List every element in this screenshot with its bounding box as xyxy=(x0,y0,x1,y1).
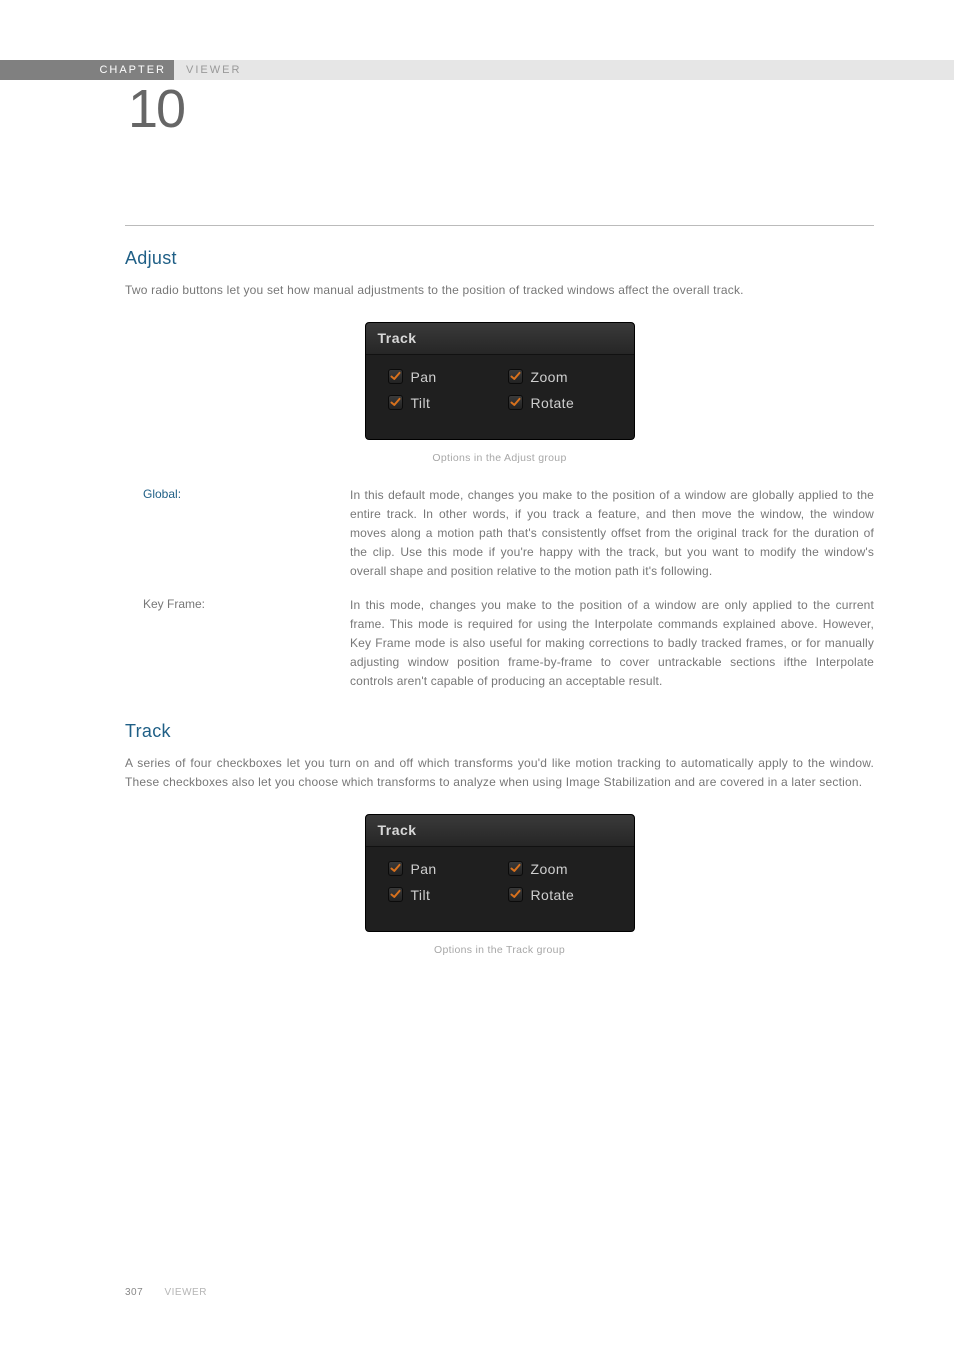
panel-1-caption: Options in the Adjust group xyxy=(125,452,874,464)
page-number: 307 xyxy=(125,1287,143,1298)
divider xyxy=(125,225,874,226)
footer-section: VIEWER xyxy=(164,1287,206,1298)
zoom-label: Zoom xyxy=(531,369,568,385)
adjust-intro: Two radio buttons let you set how manual… xyxy=(125,281,874,300)
checkmark-icon xyxy=(388,369,403,384)
checkmark-icon xyxy=(508,887,523,902)
track-panel-2-wrap: Track Pan Zoom Tilt xyxy=(125,814,874,932)
checkmark-icon xyxy=(508,369,523,384)
track-intro: A series of four checkboxes let you turn… xyxy=(125,754,874,791)
section-strip: VIEWER xyxy=(174,60,954,80)
panel-2-title: Track xyxy=(366,815,634,847)
track-panel-2: Track Pan Zoom Tilt xyxy=(365,814,635,932)
zoom-checkbox[interactable]: Zoom xyxy=(508,369,568,385)
track-panel-1: Track Pan Zoom Tilt xyxy=(365,322,635,440)
rotate-checkbox[interactable]: Rotate xyxy=(508,395,575,411)
adjust-heading: Adjust xyxy=(125,248,874,269)
definitions: Global: In this default mode, changes yo… xyxy=(125,486,874,692)
global-body: In this default mode, changes you make t… xyxy=(350,486,874,582)
global-label: Global: xyxy=(125,486,350,582)
rotate-label: Rotate xyxy=(531,395,575,411)
pan-checkbox[interactable]: Pan xyxy=(388,369,508,385)
section-label: VIEWER xyxy=(186,64,241,76)
checkmark-icon xyxy=(388,887,403,902)
chapter-label: CHAPTER xyxy=(99,64,166,76)
pan-checkbox-2[interactable]: Pan xyxy=(388,861,508,877)
tilt-label: Tilt xyxy=(411,395,431,411)
checkmark-icon xyxy=(508,395,523,410)
checkmark-icon xyxy=(388,861,403,876)
chapter-number: 10 xyxy=(128,78,184,140)
checkmark-icon xyxy=(508,861,523,876)
rotate-label-2: Rotate xyxy=(531,887,575,903)
keyframe-body: In this mode, changes you make to the po… xyxy=(350,596,874,692)
pan-label-2: Pan xyxy=(411,861,437,877)
panel-2-caption: Options in the Track group xyxy=(125,944,874,956)
page-footer: 307 VIEWER xyxy=(125,1287,207,1298)
keyframe-label: Key Frame: xyxy=(125,596,350,692)
tilt-checkbox-2[interactable]: Tilt xyxy=(388,887,508,903)
zoom-label-2: Zoom xyxy=(531,861,568,877)
tilt-checkbox[interactable]: Tilt xyxy=(388,395,508,411)
tilt-label-2: Tilt xyxy=(411,887,431,903)
zoom-checkbox-2[interactable]: Zoom xyxy=(508,861,568,877)
panel-1-title: Track xyxy=(366,323,634,355)
checkmark-icon xyxy=(388,395,403,410)
track-heading: Track xyxy=(125,721,874,742)
rotate-checkbox-2[interactable]: Rotate xyxy=(508,887,575,903)
track-panel-1-wrap: Track Pan Zoom Tilt xyxy=(125,322,874,440)
pan-label: Pan xyxy=(411,369,437,385)
chapter-badge: CHAPTER xyxy=(0,60,174,80)
